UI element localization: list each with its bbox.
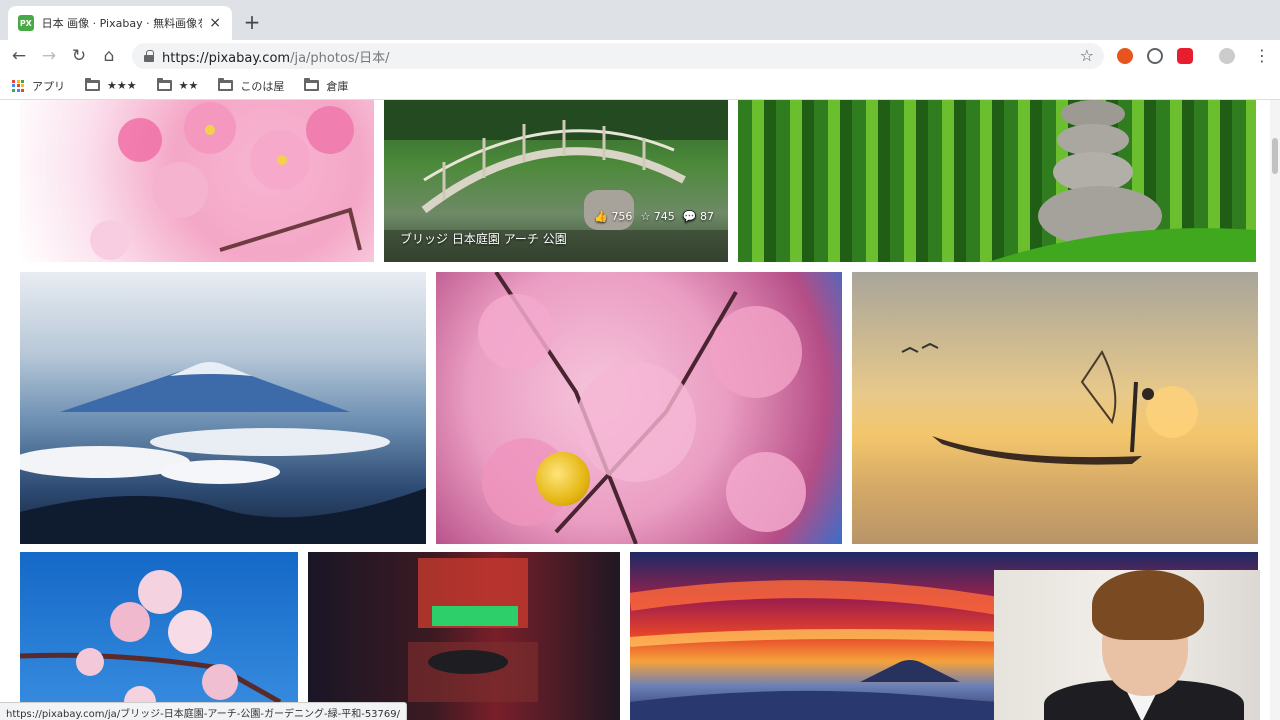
close-tab-icon[interactable]: ×: [208, 15, 222, 31]
back-button[interactable]: ←: [4, 42, 34, 70]
bookmarks-bar: アプリ ★★★ ★★ このは屋 倉庫: [0, 72, 1280, 100]
browser-tab[interactable]: PX 日本 画像 · Pixabay · 無料画像をダ ×: [8, 6, 232, 40]
new-tab-button[interactable]: +: [242, 10, 262, 34]
gold-coin-icon: [536, 452, 590, 506]
photo-tags[interactable]: ブリッジ 日本庭園 アーチ 公園: [400, 230, 567, 247]
photo-mount-fuji-clouds[interactable]: [20, 272, 426, 544]
bookmark-label: ★★: [178, 79, 199, 92]
url-path: /ja/photos/日本/: [290, 50, 390, 66]
link-status-bar: https://pixabay.com/ja/ブリッジ-日本庭園-アーチ-公園-…: [0, 702, 408, 720]
photo-stats: 👍 756 ☆ 745 💬 87: [594, 210, 714, 223]
home-button[interactable]: ⌂: [94, 42, 124, 70]
photo-cherry-blossom-closeup[interactable]: [20, 100, 374, 262]
pixabay-favicon-icon: PX: [18, 15, 34, 31]
bookmark-label: ★★★: [107, 79, 137, 92]
folder-icon: [218, 78, 234, 91]
more-menu-icon[interactable]: ⋮: [1254, 46, 1270, 65]
url-host: https://pixabay.com: [162, 50, 291, 66]
reload-button[interactable]: ↻: [64, 42, 94, 70]
presenter-hair: [1092, 570, 1204, 640]
bookmark-label: このは屋: [240, 79, 285, 93]
folder-icon: [85, 78, 100, 91]
extension-icon[interactable]: [1147, 48, 1163, 64]
photo-sakura-blue-sky[interactable]: [20, 552, 298, 720]
url-text: https://pixabay.com/ja/photos/日本/: [162, 47, 389, 66]
favorites-value: 745: [653, 210, 675, 223]
bookmark-folder[interactable]: このは屋: [218, 78, 284, 94]
tab-title: 日本 画像 · Pixabay · 無料画像をダ: [41, 17, 203, 30]
bookmark-apps[interactable]: アプリ: [12, 78, 65, 94]
photo-bamboo-zen-stones[interactable]: [738, 100, 1256, 262]
folder-icon: [156, 78, 172, 91]
favorite-count: ☆ 745: [640, 210, 675, 223]
page-scrollbar[interactable]: [1270, 100, 1280, 720]
lock-icon: [144, 50, 154, 62]
tab-strip: PX 日本 画像 · Pixabay · 無料画像をダ × +: [0, 0, 1280, 40]
webcam-overlay: [994, 570, 1260, 720]
bookmark-folder[interactable]: ★★★: [85, 78, 137, 92]
bookmark-label: 倉庫: [326, 79, 349, 93]
address-bar[interactable]: https://pixabay.com/ja/photos/日本/ ☆: [132, 43, 1104, 69]
photo-sakura-branches-blue-sky[interactable]: [436, 272, 842, 544]
scrollbar-thumb[interactable]: [1272, 138, 1278, 174]
comment-count: 💬 87: [682, 210, 714, 223]
comments-value: 87: [700, 210, 714, 223]
bookmark-folder[interactable]: ★★: [156, 78, 199, 92]
forward-button[interactable]: →: [34, 42, 64, 70]
screen: PX 日本 画像 · Pixabay · 無料画像をダ × + ← → ↻ ⌂ …: [0, 0, 1280, 720]
bookmark-folder[interactable]: 倉庫: [304, 78, 348, 94]
extension-icon[interactable]: [1177, 48, 1193, 64]
likes-value: 756: [611, 210, 633, 223]
apps-grid-icon: [12, 79, 24, 92]
browser-toolbar: ← → ↻ ⌂ https://pixabay.com/ja/photos/日本…: [0, 40, 1280, 72]
folder-icon: [304, 78, 320, 91]
photo-fisherman-boat-sunset[interactable]: [852, 272, 1258, 544]
like-count: 👍 756: [594, 210, 633, 223]
extension-icon[interactable]: [1117, 48, 1133, 64]
profile-avatar[interactable]: [1219, 48, 1235, 64]
photo-japanese-garden-bridge[interactable]: 👍 756 ☆ 745 💬 87 ブリッジ 日本庭園 アーチ 公園: [384, 100, 728, 262]
bookmark-star-icon[interactable]: ☆: [1080, 46, 1094, 65]
photo-neon-alley-night[interactable]: [308, 552, 620, 720]
bookmark-label: アプリ: [32, 79, 65, 93]
